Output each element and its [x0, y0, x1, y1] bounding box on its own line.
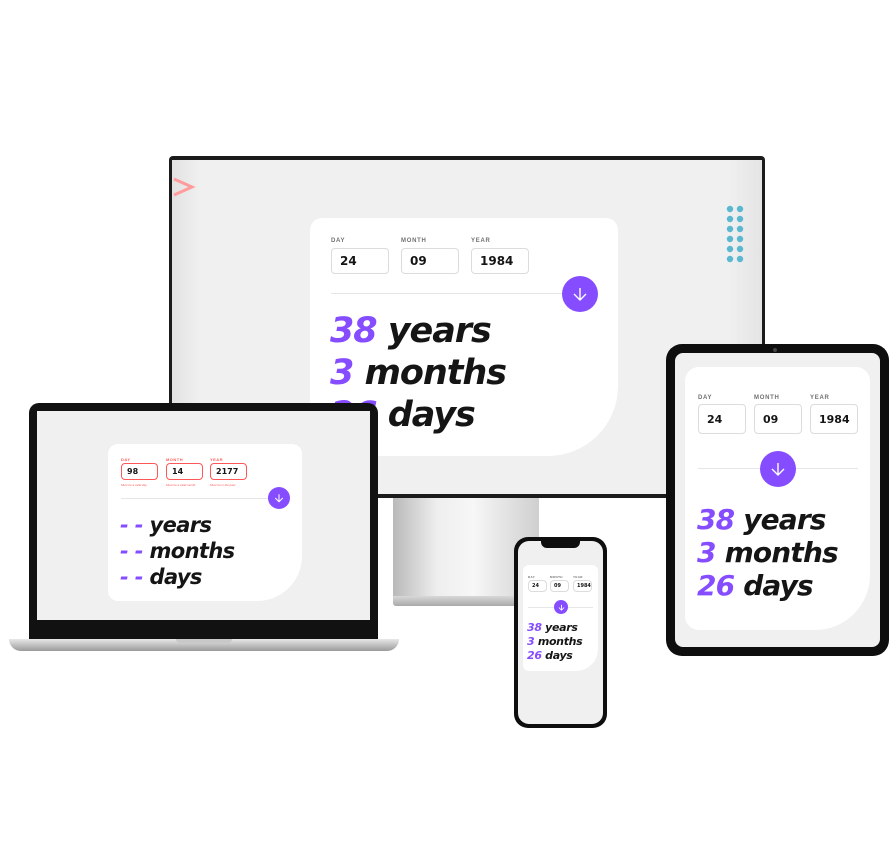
divider	[121, 498, 281, 499]
day-label: DAY	[698, 395, 713, 401]
months-word: months	[537, 635, 583, 648]
month-label: MONTH	[401, 238, 427, 244]
arrow-down-icon	[771, 463, 785, 476]
day-label: DAY	[528, 575, 536, 579]
days-word: days	[743, 569, 813, 602]
months-result: 3 months	[330, 353, 507, 393]
year-input[interactable]: 1984	[810, 404, 858, 434]
years-result: 38 years	[330, 311, 492, 351]
age-calculator-card: DAY MONTH YEAR 24 09 1984 38 years 3 mon…	[523, 565, 598, 671]
tablet: DAY MONTH YEAR 24 09 1984 38 years 3 mon…	[666, 344, 889, 656]
year-label: YEAR	[471, 238, 491, 244]
submit-button[interactable]	[268, 487, 290, 509]
month-input[interactable]: 09	[401, 248, 459, 274]
days-value: - -	[120, 565, 143, 589]
year-label: YEAR	[810, 395, 830, 401]
years-result: - - years	[120, 512, 212, 538]
years-value: 38	[330, 311, 378, 351]
day-error: Must be a valid day	[121, 483, 147, 487]
months-result: 3 months	[527, 635, 583, 649]
days-word: days	[149, 565, 203, 589]
years-value: 38	[527, 621, 542, 634]
laptop-screen: DAY MONTH YEAR 98 14 2177 Must be a vali…	[37, 411, 370, 620]
years-word: years	[743, 503, 826, 536]
year-input[interactable]: 1984	[573, 580, 592, 592]
month-label: MONTH	[550, 575, 563, 579]
laptop-notch	[176, 639, 232, 643]
months-word: months	[149, 539, 236, 563]
day-input[interactable]: 24	[698, 404, 746, 434]
months-value: - -	[120, 539, 143, 563]
year-input[interactable]: 2177	[210, 463, 247, 480]
year-label: YEAR	[573, 575, 583, 579]
day-label: DAY	[121, 457, 131, 462]
year-error: Must be in the past	[210, 483, 236, 487]
years-value: 38	[697, 503, 735, 536]
day-input[interactable]: 98	[121, 463, 158, 480]
month-error: Must be a valid month	[166, 483, 196, 487]
years-word: years	[387, 311, 492, 351]
divider	[331, 293, 581, 294]
years-word: years	[149, 513, 212, 537]
month-label: MONTH	[754, 395, 780, 401]
years-value: - -	[120, 513, 143, 537]
days-value: 26	[527, 649, 542, 662]
month-input[interactable]: 14	[166, 463, 203, 480]
months-value: 3	[697, 536, 716, 569]
tablet-camera	[773, 348, 777, 352]
age-calculator-card: DAY MONTH YEAR 24 09 1984 38 years 3 mon…	[685, 367, 870, 630]
days-result: 26 days	[527, 649, 573, 663]
month-label: MONTH	[166, 457, 184, 462]
month-input[interactable]: 09	[550, 580, 569, 592]
age-calculator-card: DAY MONTH YEAR 98 14 2177 Must be a vali…	[108, 444, 302, 601]
tablet-screen: DAY MONTH YEAR 24 09 1984 38 years 3 mon…	[675, 353, 880, 647]
days-value: 26	[697, 569, 735, 602]
submit-button[interactable]	[562, 276, 598, 312]
months-value: 3	[330, 353, 354, 393]
year-input[interactable]: 1984	[471, 248, 529, 274]
dots-decoration-icon	[726, 205, 744, 263]
chevron-decoration-icon	[173, 177, 196, 197]
months-word: months	[364, 353, 507, 393]
months-result: 3 months	[697, 536, 839, 569]
months-result: - - months	[120, 538, 235, 564]
arrow-down-icon	[274, 494, 284, 503]
year-label: YEAR	[210, 457, 224, 462]
years-word: years	[545, 621, 578, 634]
months-word: months	[724, 536, 839, 569]
months-value: 3	[527, 635, 535, 648]
days-result: 26 days	[697, 569, 814, 602]
days-word: days	[387, 395, 476, 435]
phone-notch	[541, 541, 580, 548]
submit-button[interactable]	[554, 600, 568, 614]
arrow-down-icon	[558, 604, 564, 611]
phone-screen: DAY MONTH YEAR 24 09 1984 38 years 3 mon…	[518, 541, 603, 724]
arrow-down-icon	[573, 288, 587, 301]
day-input[interactable]: 24	[331, 248, 389, 274]
days-word: days	[545, 649, 573, 662]
years-result: 38 years	[697, 503, 826, 536]
day-input[interactable]: 24	[528, 580, 547, 592]
phone: DAY MONTH YEAR 24 09 1984 38 years 3 mon…	[514, 537, 607, 728]
days-result: - - days	[120, 564, 202, 590]
month-input[interactable]: 09	[754, 404, 802, 434]
day-label: DAY	[331, 238, 346, 244]
submit-button[interactable]	[760, 451, 796, 487]
years-result: 38 years	[527, 621, 578, 635]
